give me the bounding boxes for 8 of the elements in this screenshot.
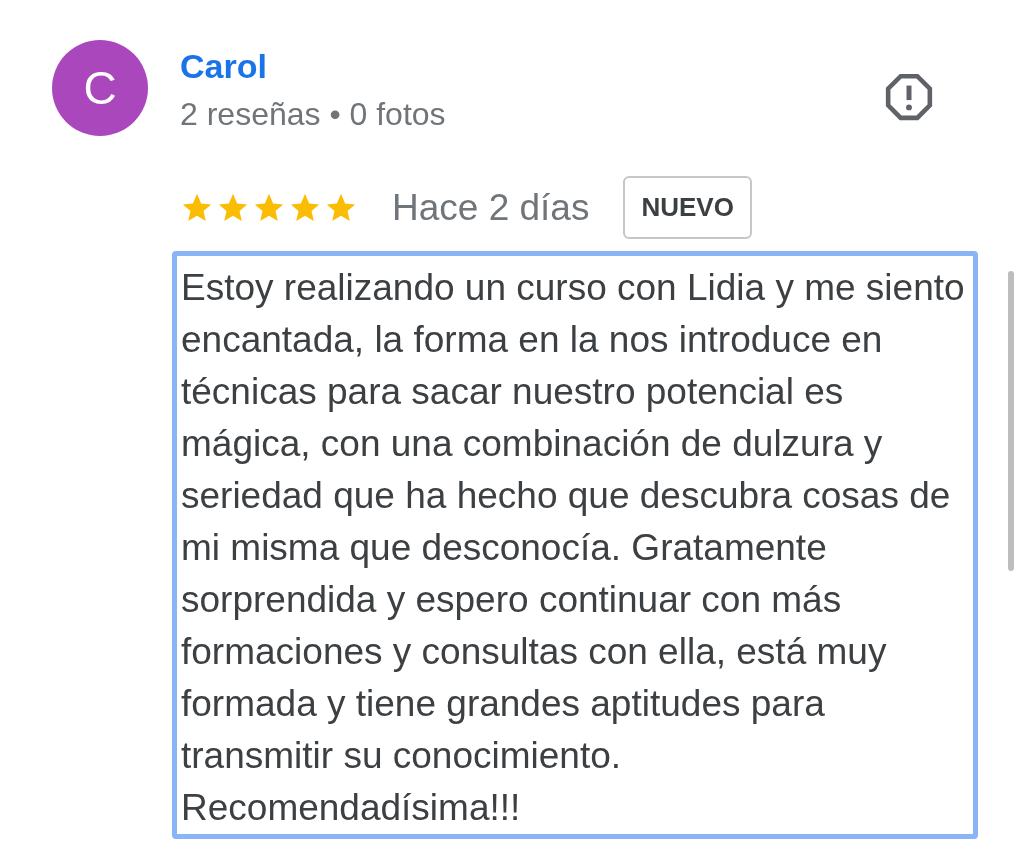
- review-time: Hace 2 días: [392, 185, 590, 230]
- scrollbar[interactable]: [1008, 271, 1014, 571]
- avatar[interactable]: C: [52, 40, 148, 136]
- review-text: Estoy realizando un curso con Lidia y me siento encantada, la forma en la nos introduce en técnicas para sacar nuestro potencial es mágica, con una combinación de dulzura y seriedad que ha hecho que descubra cosas de mi misma que desconocía. Gratamente sorprendida y espero continuar con más formaciones y consultas con ella, está muy formada y tiene grandes aptitudes para transmitir su conocimiento. Recomendadísima!!!: [172, 251, 978, 839]
- report-icon[interactable]: [884, 72, 934, 122]
- author-name[interactable]: Carol: [180, 40, 446, 92]
- new-badge: NUEVO: [623, 176, 752, 239]
- author-stats: 2 reseñas • 0 fotos: [180, 95, 446, 134]
